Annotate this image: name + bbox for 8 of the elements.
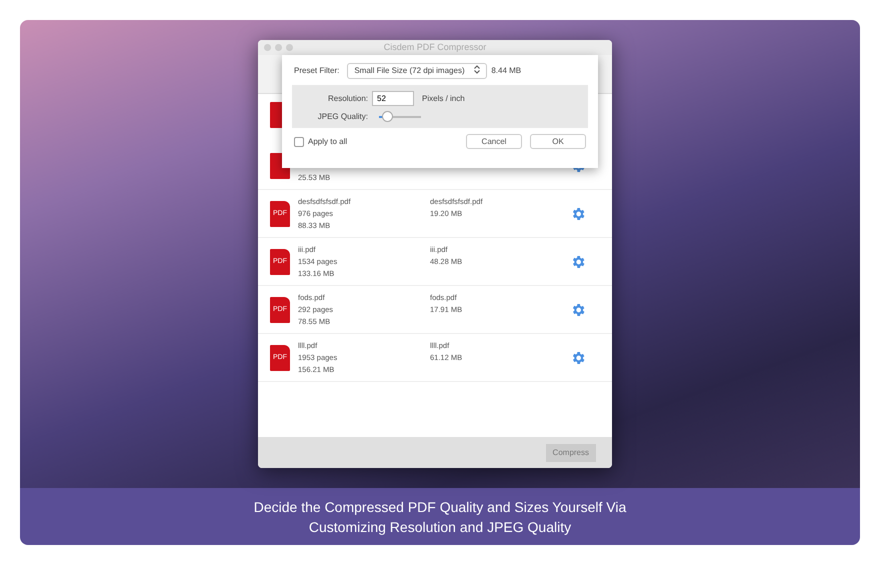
estimated-size: 8.44 MB bbox=[491, 65, 522, 77]
window-title: Cisdem PDF Compressor bbox=[384, 41, 486, 54]
preset-filter-label: Preset Filter: bbox=[294, 65, 340, 77]
apply-to-all-label: Apply to all bbox=[308, 136, 348, 148]
resolution-unit: Pixels / inch bbox=[422, 92, 465, 104]
jpeg-quality-label: JPEG Quality: bbox=[316, 110, 369, 122]
resolution-label: Resolution: bbox=[326, 92, 369, 104]
caption-text: Decide the Compressed PDF Quality and Sizes Yourself Via Customizing Resolution and JPEG Quality bbox=[254, 498, 626, 536]
